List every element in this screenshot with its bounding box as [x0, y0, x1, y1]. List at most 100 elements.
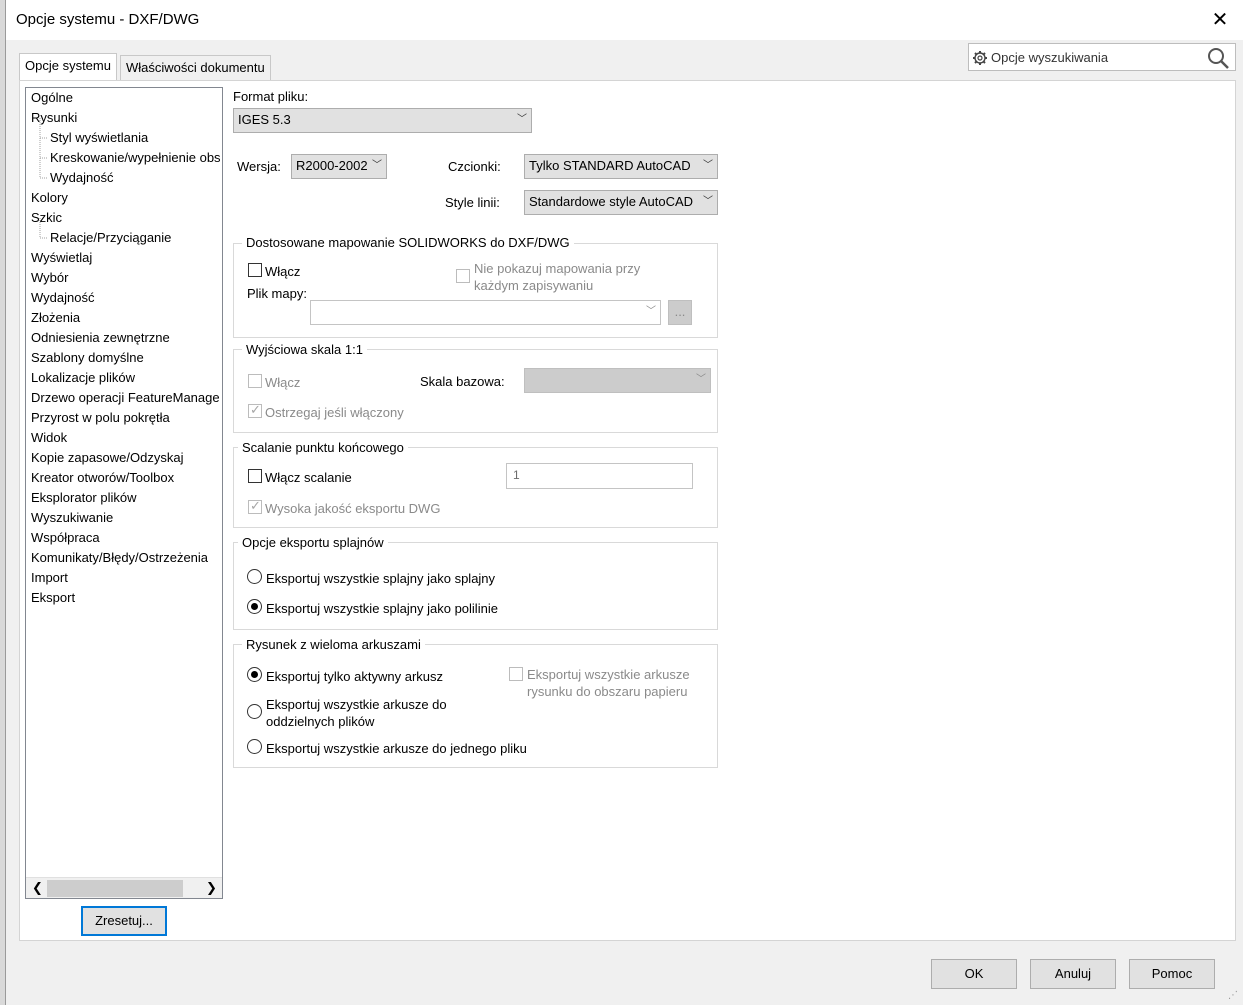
line-styles-label: Style linii:: [445, 195, 500, 210]
chevron-down-icon: ﹀: [696, 374, 706, 385]
options-tree[interactable]: Ogólne Rysunki Styl wyświetlania Kreskow…: [25, 87, 223, 899]
mapping-enable-checkbox[interactable]: [248, 263, 262, 277]
tree-item[interactable]: Styl wyświetlania: [50, 128, 148, 148]
fonts-value: Tylko STANDARD AutoCAD: [529, 158, 691, 173]
title-bar: Opcje systemu - DXF/DWG ✕: [6, 0, 1243, 40]
merge-tolerance-input[interactable]: 1: [506, 463, 693, 489]
splines-as-polylines-radio[interactable]: [247, 599, 262, 614]
merge-enable-label: Włącz scalanie: [265, 470, 352, 485]
scroll-left-icon[interactable]: ❮: [32, 880, 43, 896]
tree-item[interactable]: Współpraca: [31, 528, 100, 548]
mapping-legend: Dostosowane mapowanie SOLIDWORKS do DXF/…: [242, 235, 574, 251]
export-active-sheet-label: Eksportuj tylko aktywny arkusz: [266, 669, 444, 684]
export-one-file-radio[interactable]: [247, 739, 262, 754]
mapping-no-show-label-1: Nie pokazuj mapowania przy: [474, 261, 641, 276]
scale-warn-checkbox[interactable]: [248, 402, 262, 418]
fonts-label: Czcionki:: [448, 159, 501, 174]
tree-item[interactable]: Wydajność: [31, 288, 94, 308]
chevron-down-icon: ﹀: [372, 160, 382, 171]
tree-item[interactable]: Wybór: [31, 268, 68, 288]
tree-item[interactable]: Eksplorator plików: [31, 488, 137, 508]
search-input[interactable]: Opcje wyszukiwania: [991, 50, 1108, 66]
tree-item[interactable]: Drzewo operacji FeatureManage: [31, 388, 220, 408]
mapping-no-show-label-2: każdym zapisywaniu: [474, 278, 594, 293]
high-quality-label: Wysoka jakość eksportu DWG: [265, 501, 441, 516]
tree-item[interactable]: Odniesienia zewnętrzne: [31, 328, 170, 348]
scrollbar-thumb[interactable]: [47, 880, 183, 897]
tree-item[interactable]: Kreator otworów/Toolbox: [31, 468, 174, 488]
mapping-enable-label: Włącz: [265, 264, 301, 279]
splines-as-polylines-label: Eksportuj wszystkie splajny jako polilin…: [266, 601, 498, 616]
help-button[interactable]: Pomoc: [1129, 959, 1215, 989]
export-separate-files-radio[interactable]: [247, 704, 262, 719]
search-box[interactable]: Opcje wyszukiwania: [968, 43, 1236, 71]
tree-item[interactable]: Eksport: [31, 588, 75, 608]
fonts-select[interactable]: Tylko STANDARD AutoCAD ﹀: [524, 154, 718, 179]
scroll-right-icon[interactable]: ❯: [206, 880, 217, 896]
tree-item[interactable]: Wyświetlaj: [31, 248, 92, 268]
format-label: Format pliku:: [233, 89, 309, 104]
line-styles-select[interactable]: Standardowe style AutoCAD ﹀: [524, 190, 718, 215]
tree-item[interactable]: Szablony domyślne: [31, 348, 144, 368]
export-one-file-label: Eksportuj wszystkie arkusze do jednego p…: [266, 741, 527, 756]
sheets-legend: Rysunek z wieloma arkuszami: [242, 637, 425, 653]
merge-legend: Scalanie punktu końcowego: [238, 440, 408, 456]
version-select[interactable]: R2000-2002 ﹀: [291, 154, 387, 179]
splines-as-splines-label: Eksportuj wszystkie splajny jako splajny: [266, 571, 496, 586]
version-label: Wersja:: [237, 159, 281, 174]
tree-item[interactable]: Wyszukiwanie: [31, 508, 113, 528]
close-icon[interactable]: ✕: [1208, 8, 1232, 32]
tree-item[interactable]: Kopie zapasowe/Odzyskaj: [31, 448, 183, 468]
tree-item[interactable]: Przyrost w polu pokrętła: [31, 408, 170, 428]
tab-label: Opcje systemu: [25, 58, 111, 73]
export-active-sheet-radio[interactable]: [247, 667, 262, 682]
export-paper-space-label-2: rysunku do obszaru papieru: [527, 684, 688, 699]
format-value: IGES 5.3: [238, 112, 291, 127]
export-paper-space-checkbox[interactable]: [509, 667, 523, 681]
tab-label: Właściwości dokumentu: [126, 60, 265, 75]
scale-legend: Wyjściowa skala 1:1: [242, 342, 367, 358]
export-separate-files-label-1: Eksportuj wszystkie arkusze do: [266, 697, 447, 712]
map-file-browse-button[interactable]: ...: [668, 300, 692, 325]
high-quality-checkbox[interactable]: [248, 498, 262, 514]
chevron-down-icon: ﹀: [517, 114, 527, 125]
map-file-label: Plik mapy:: [247, 286, 307, 301]
format-select[interactable]: IGES 5.3 ﹀: [233, 108, 532, 133]
base-scale-select[interactable]: ﹀: [524, 368, 711, 393]
window-title: Opcje systemu - DXF/DWG: [16, 11, 200, 28]
chevron-down-icon: ﹀: [703, 196, 713, 207]
scale-enable-label: Włącz: [265, 375, 301, 390]
tree-item[interactable]: Lokalizacje plików: [31, 368, 135, 388]
splines-as-splines-radio[interactable]: [247, 569, 262, 584]
chevron-down-icon: ﹀: [703, 160, 713, 171]
tree-item[interactable]: Widok: [31, 428, 67, 448]
tree-item[interactable]: Relacje/Przyciąganie: [50, 228, 171, 248]
reset-button[interactable]: Zresetuj...: [81, 906, 167, 936]
tab-document-properties[interactable]: Właściwości dokumentu: [120, 55, 271, 81]
tree-item[interactable]: Import: [31, 568, 68, 588]
search-icon[interactable]: [1206, 46, 1230, 70]
map-file-select[interactable]: ﹀: [310, 300, 661, 325]
scale-warn-label: Ostrzegaj jeśli włączony: [265, 405, 404, 420]
scale-enable-checkbox[interactable]: [248, 374, 262, 388]
export-paper-space-label-1: Eksportuj wszystkie arkusze: [527, 667, 690, 682]
cancel-button[interactable]: Anuluj: [1030, 959, 1116, 989]
tree-item[interactable]: Złożenia: [31, 308, 80, 328]
mapping-no-show-checkbox[interactable]: [456, 269, 470, 283]
tree-item[interactable]: Komunikaty/Błędy/Ostrzeżenia: [31, 548, 208, 568]
export-separate-files-label-2: oddzielnych plików: [266, 714, 375, 729]
ok-button[interactable]: OK: [931, 959, 1017, 989]
gear-icon: [973, 51, 987, 65]
resize-grip-icon[interactable]: ⋰: [1228, 990, 1240, 1002]
line-styles-value: Standardowe style AutoCAD: [529, 194, 694, 209]
tree-item[interactable]: Wydajność: [50, 168, 113, 188]
tree-horizontal-scrollbar[interactable]: ❮ ❯: [26, 877, 222, 898]
splines-legend: Opcje eksportu splajnów: [238, 535, 388, 551]
tree-item[interactable]: Kreskowanie/wypełnienie obs: [50, 148, 221, 168]
merge-enable-checkbox[interactable]: [248, 469, 262, 483]
version-value: R2000-2002: [296, 158, 368, 173]
tree-connector-lines: [39, 118, 48, 239]
tab-system-options[interactable]: Opcje systemu: [19, 53, 117, 81]
chevron-down-icon: ﹀: [646, 306, 656, 317]
options-dialog: Opcje systemu - DXF/DWG ✕ Opcje systemu …: [5, 0, 1243, 1005]
